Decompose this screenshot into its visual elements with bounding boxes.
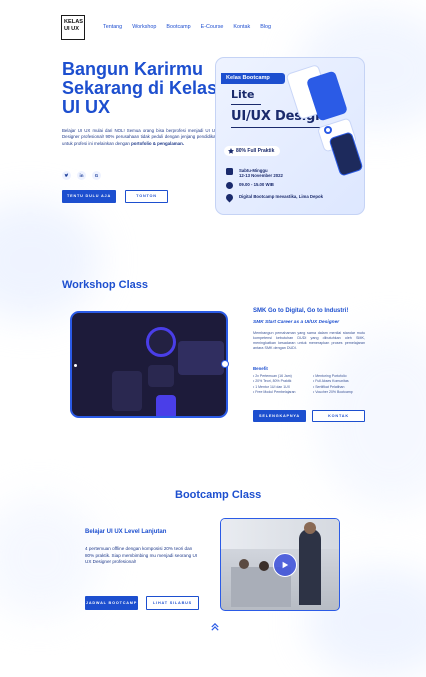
promo-location: Digital Bootcamp Inevastika, Lima Depok	[224, 192, 323, 203]
underline	[231, 104, 261, 106]
nav-blog[interactable]: Blog	[260, 24, 271, 30]
tonton-button[interactable]: TONTON	[125, 190, 168, 203]
location-pin-icon	[224, 192, 235, 203]
nav-tentang[interactable]: Tentang	[103, 24, 122, 30]
twitter-icon[interactable]	[62, 171, 71, 180]
play-icon[interactable]	[273, 553, 297, 577]
list-item: Free Modul Pembelajaran	[253, 390, 295, 395]
workshop-description: Membangun pemahaman yang sama dalam meni…	[253, 331, 365, 350]
benefit-list-right: Mentoring Portofolio Full Akses Komunita…	[313, 374, 353, 395]
jadwal-bootcamp-button[interactable]: JADWAL BOOTCAMP	[85, 596, 138, 610]
selengkapnya-button[interactable]: SELENGKAPNYA	[253, 410, 306, 422]
nav-workshop[interactable]: Workshop	[132, 24, 156, 30]
workshop-section-title: Workshop Class	[62, 279, 148, 291]
list-item: 20% Teori, 80% Praktik	[253, 379, 295, 384]
promo-time: 09.00 - 15.00 WIB	[226, 182, 274, 189]
social-links: in G	[62, 171, 101, 180]
hero-description: Belajar UI UX mulai dari NOL! Semua oran…	[62, 128, 218, 146]
lihat-silabus-button[interactable]: LIHAT SILABUS	[146, 596, 199, 610]
workshop-subheading: SMK Start Career as a UI/UX Designer	[253, 320, 340, 325]
main-nav: Tentang Workshop Bootcamp E-Course Konta…	[103, 24, 271, 30]
promo-badge: 80% Full Praktik	[224, 146, 281, 156]
hero-title: Bangun Karirmu Sekarang di Kelas UI UX	[62, 59, 218, 117]
nav-bootcamp[interactable]: Bootcamp	[166, 24, 190, 30]
workshop-tablet-image	[70, 311, 228, 418]
promo-lite: Lite	[231, 88, 255, 101]
promo-tag: Kelas Bootcamp	[221, 73, 285, 84]
bootcamp-description: 4 pertemuan offline dengan komposisi 20%…	[85, 546, 198, 565]
tentu-dulu-aja-button[interactable]: TENTU DULU AJA	[62, 190, 116, 203]
workshop-heading: SMK Go to Digital, Go to Industri!	[253, 308, 349, 314]
calendar-icon	[226, 168, 233, 175]
linkedin-icon[interactable]: in	[77, 171, 86, 180]
logo[interactable]: KELAS UI UX	[61, 15, 85, 40]
phone-mockups	[285, 63, 364, 177]
benefit-label: Benefit	[253, 366, 268, 371]
bootcamp-section-title: Bootcamp Class	[175, 489, 262, 501]
scroll-to-top-icon[interactable]	[211, 622, 219, 633]
benefit-list-left: 2x Pertemuan (16 Jam) 20% Teori, 80% Pra…	[253, 374, 295, 395]
bootcamp-class-photo[interactable]	[220, 518, 340, 611]
nav-ecourse[interactable]: E-Course	[201, 24, 224, 30]
bootcamp-heading: Belajar UI UX Level Lanjutan	[85, 529, 167, 535]
clock-icon	[226, 182, 233, 189]
promo-date: Sabtu-Minggu 12-13 November 2022	[226, 168, 283, 178]
kontak-button[interactable]: KONTAK	[312, 410, 365, 422]
list-item: Full Akses Komunitas	[313, 379, 353, 384]
list-item: Voucher 20% Bootcamp	[313, 390, 353, 395]
tablet-home-button	[221, 360, 229, 368]
site-header: KELAS UI UX Tentang Workshop Bootcamp E-…	[61, 15, 361, 41]
bootcamp-promo-card[interactable]: Kelas Bootcamp Lite UI/UX Design 80% Ful…	[215, 57, 365, 215]
star-icon	[228, 148, 234, 154]
nav-kontak[interactable]: Kontak	[233, 24, 250, 30]
google-icon[interactable]: G	[92, 171, 101, 180]
